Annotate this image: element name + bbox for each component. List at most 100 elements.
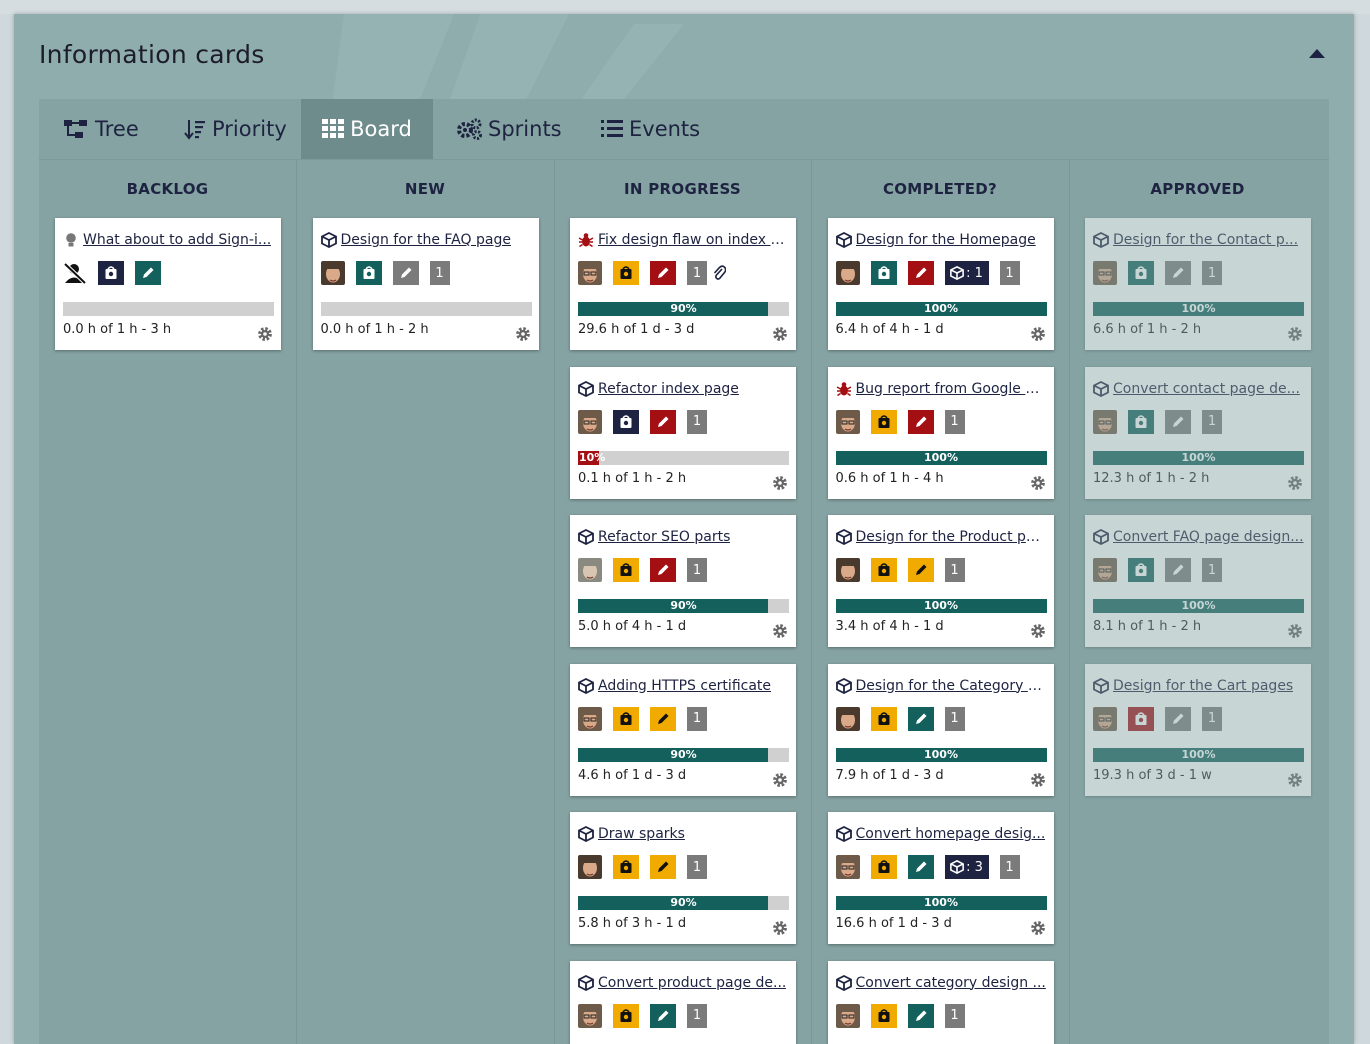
status-icon[interactable] bbox=[871, 410, 897, 434]
card-title-link[interactable]: Convert product page de... bbox=[598, 975, 786, 991]
status-icon[interactable] bbox=[1128, 707, 1154, 731]
pencil-icon[interactable] bbox=[1165, 707, 1191, 731]
status-icon[interactable] bbox=[613, 558, 639, 582]
status-icon[interactable] bbox=[613, 855, 639, 879]
tab-tree[interactable]: Tree bbox=[63, 99, 139, 159]
task-card[interactable]: Refactor SEO parts190%5.0 h of 4 h - 1 d bbox=[570, 515, 796, 647]
gear-icon[interactable] bbox=[1030, 623, 1046, 639]
card-title-link[interactable]: Fix design flaw on index p... bbox=[598, 232, 790, 248]
pencil-icon[interactable] bbox=[650, 855, 676, 879]
task-card[interactable]: Design for the Cart pages1100%19.3 h of … bbox=[1085, 664, 1311, 796]
card-title-link[interactable]: Design for the Contact p... bbox=[1113, 232, 1298, 248]
pencil-icon[interactable] bbox=[908, 410, 934, 434]
gear-icon[interactable] bbox=[1287, 772, 1303, 788]
package-icon bbox=[578, 381, 594, 397]
task-card[interactable]: Design for the FAQ page10.0 h of 1 h - 2… bbox=[313, 218, 539, 350]
pencil-icon[interactable] bbox=[650, 261, 676, 285]
task-card[interactable]: Design for the Homepage: 11100%6.4 h of … bbox=[828, 218, 1054, 350]
card-title-link[interactable]: Draw sparks bbox=[598, 826, 685, 842]
status-icon[interactable] bbox=[356, 261, 382, 285]
card-title-link[interactable]: Design for the Product pa... bbox=[856, 529, 1048, 545]
card-title-link[interactable]: What about to add Sign-i... bbox=[83, 232, 271, 248]
card-title-link[interactable]: Design for the Category p... bbox=[856, 678, 1048, 694]
pencil-icon[interactable] bbox=[1165, 261, 1191, 285]
status-icon[interactable] bbox=[613, 261, 639, 285]
card-title-link[interactable]: Design for the Cart pages bbox=[1113, 678, 1293, 694]
gear-icon[interactable] bbox=[1030, 326, 1046, 342]
gear-icon[interactable] bbox=[1287, 475, 1303, 491]
task-card[interactable]: Draw sparks190%5.8 h of 3 h - 1 d bbox=[570, 812, 796, 944]
pencil-icon[interactable] bbox=[908, 707, 934, 731]
gear-icon[interactable] bbox=[1030, 475, 1046, 491]
pencil-icon[interactable] bbox=[135, 261, 161, 285]
gear-icon[interactable] bbox=[772, 623, 788, 639]
status-icon[interactable] bbox=[871, 261, 897, 285]
status-icon[interactable] bbox=[871, 558, 897, 582]
status-icon[interactable] bbox=[98, 261, 124, 285]
gear-icon[interactable] bbox=[772, 475, 788, 491]
column-title: IN PROGRESS bbox=[554, 180, 811, 198]
paperclip-icon[interactable] bbox=[712, 261, 726, 285]
tab-sprints[interactable]: Sprints bbox=[456, 99, 562, 159]
status-icon[interactable] bbox=[871, 855, 897, 879]
tree-icon bbox=[63, 118, 89, 140]
pencil-icon[interactable] bbox=[650, 410, 676, 434]
task-card[interactable]: Convert product page de...1 bbox=[570, 961, 796, 1044]
card-title-link[interactable]: Adding HTTPS certificate bbox=[598, 678, 771, 694]
status-icon[interactable] bbox=[871, 707, 897, 731]
count-badge: 1 bbox=[1202, 558, 1222, 582]
task-card[interactable]: Design for the Product pa...1100%3.4 h o… bbox=[828, 515, 1054, 647]
pencil-icon[interactable] bbox=[650, 707, 676, 731]
task-card[interactable]: Convert category design ...1 bbox=[828, 961, 1054, 1044]
card-title-link[interactable]: Design for the FAQ page bbox=[341, 232, 511, 248]
gear-icon[interactable] bbox=[257, 326, 273, 342]
status-icon[interactable] bbox=[1128, 558, 1154, 582]
estimate-hours: 5.0 h of 4 h - 1 d bbox=[578, 619, 686, 634]
task-card[interactable]: Convert FAQ page design...1100%8.1 h of … bbox=[1085, 515, 1311, 647]
card-title-link[interactable]: Refactor index page bbox=[598, 381, 739, 397]
gear-icon[interactable] bbox=[772, 772, 788, 788]
task-card[interactable]: Adding HTTPS certificate190%4.6 h of 1 d… bbox=[570, 664, 796, 796]
gear-icon[interactable] bbox=[1287, 326, 1303, 342]
pencil-icon[interactable] bbox=[1165, 558, 1191, 582]
card-title-link[interactable]: Convert category design ... bbox=[856, 975, 1046, 991]
card-title-link[interactable]: Convert contact page de... bbox=[1113, 381, 1300, 397]
tab-priority[interactable]: Priority bbox=[184, 99, 287, 159]
task-card[interactable]: Refactor index page110%0.1 h of 1 h - 2 … bbox=[570, 367, 796, 499]
card-badges: 1 bbox=[836, 410, 976, 434]
gear-icon[interactable] bbox=[1287, 623, 1303, 639]
card-title-row: Draw sparks bbox=[578, 824, 790, 844]
task-card[interactable]: Bug report from Google G...1100%0.6 h of… bbox=[828, 367, 1054, 499]
gear-icon[interactable] bbox=[1030, 920, 1046, 936]
task-card[interactable]: Convert homepage desig...: 31100%16.6 h … bbox=[828, 812, 1054, 944]
task-card[interactable]: What about to add Sign-i...0.0 h of 1 h … bbox=[55, 218, 281, 350]
gear-icon[interactable] bbox=[772, 920, 788, 936]
status-icon[interactable] bbox=[1128, 410, 1154, 434]
pencil-icon[interactable] bbox=[1165, 410, 1191, 434]
status-icon[interactable] bbox=[613, 707, 639, 731]
task-card[interactable]: Design for the Contact p...1100%6.6 h of… bbox=[1085, 218, 1311, 350]
status-icon[interactable] bbox=[613, 410, 639, 434]
card-title-link[interactable]: Bug report from Google G... bbox=[856, 381, 1048, 397]
task-card[interactable]: Fix design flaw on index p...190%29.6 h … bbox=[570, 218, 796, 350]
task-card[interactable]: Convert contact page de...1100%12.3 h of… bbox=[1085, 367, 1311, 499]
tab-events[interactable]: Events bbox=[601, 99, 700, 159]
card-title-link[interactable]: Convert homepage desig... bbox=[856, 826, 1046, 842]
card-title-link[interactable]: Design for the Homepage bbox=[856, 232, 1036, 248]
pencil-icon[interactable] bbox=[908, 558, 934, 582]
pencil-icon[interactable] bbox=[393, 261, 419, 285]
card-title-link[interactable]: Convert FAQ page design... bbox=[1113, 529, 1304, 545]
count-badge: 1 bbox=[1202, 410, 1222, 434]
card-title-link[interactable]: Refactor SEO parts bbox=[598, 529, 730, 545]
pencil-icon[interactable] bbox=[908, 855, 934, 879]
gear-icon[interactable] bbox=[1030, 772, 1046, 788]
pencil-icon[interactable] bbox=[908, 261, 934, 285]
collapse-caret-icon[interactable] bbox=[1308, 48, 1326, 60]
pencil-icon[interactable] bbox=[650, 558, 676, 582]
tab-board[interactable]: Board bbox=[301, 99, 433, 159]
gear-icon[interactable] bbox=[772, 326, 788, 342]
status-icon[interactable] bbox=[1128, 261, 1154, 285]
task-card[interactable]: Design for the Category p...1100%7.9 h o… bbox=[828, 664, 1054, 796]
progress-label: 100% bbox=[1093, 748, 1304, 762]
gear-icon[interactable] bbox=[515, 326, 531, 342]
